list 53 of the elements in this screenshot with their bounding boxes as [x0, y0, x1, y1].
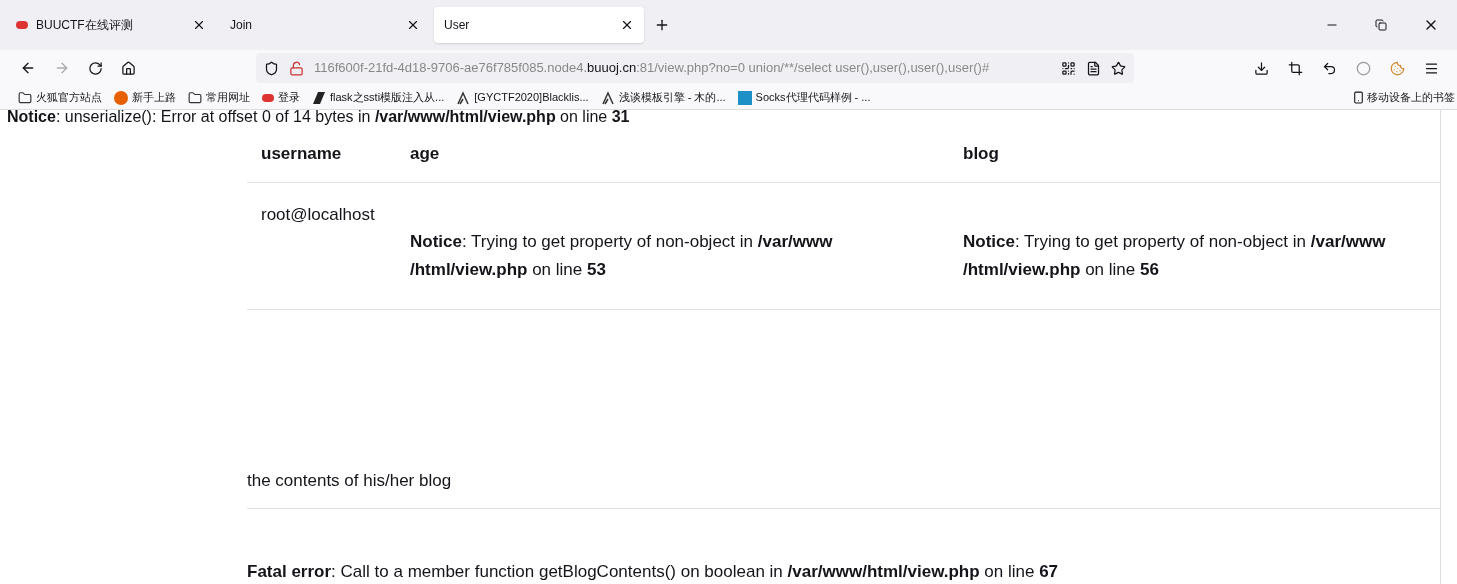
undo-icon[interactable] — [1322, 60, 1337, 76]
reader-view-icon[interactable] — [1086, 60, 1101, 76]
column-header: username — [260, 143, 343, 166]
bookmark-item[interactable]: 浅谈模板引擎 - 木的... — [600, 89, 726, 106]
tab-title: User — [444, 17, 471, 34]
site-logo-icon — [262, 93, 274, 102]
close-icon[interactable] — [620, 18, 634, 32]
lambda-logo-icon — [600, 90, 615, 105]
restore-icon[interactable] — [1375, 19, 1387, 31]
unlocked-icon[interactable] — [289, 60, 304, 76]
new-tab-icon[interactable] — [654, 17, 670, 33]
bookmark-item[interactable]: 新手上路 — [114, 89, 176, 106]
error-text: Fatal error: Call to a member function getBlogContents() on boolean in /var/www/html/view.php on line 67 — [247, 561, 1060, 583]
bookmark-item[interactable]: [GYCTF2020]Blacklis... — [456, 89, 589, 106]
column-header: age — [409, 143, 441, 166]
lambda-logo-icon — [456, 90, 471, 105]
reload-icon[interactable] — [88, 60, 103, 76]
bookmark-item[interactable]: 常用网址 — [188, 89, 250, 106]
cookie-icon[interactable] — [1390, 60, 1405, 76]
column-header: blog — [962, 143, 1000, 166]
bookmark-item[interactable]: 登录 — [262, 89, 300, 106]
circle-icon[interactable] — [1356, 60, 1371, 76]
url-text: 116f600f-21fd-4d18-9706-ae76f785f085.node4.buuoj.cn:81/view.php?no=0 union/**/select user(),user(),user(),user()# — [314, 59, 991, 78]
menu-icon[interactable] — [1424, 60, 1439, 76]
tab-title: BUUCTF在线评测 — [36, 17, 134, 34]
home-icon[interactable] — [121, 60, 136, 76]
close-icon[interactable] — [406, 18, 420, 32]
qr-code-icon[interactable] — [1061, 60, 1076, 76]
blog-heading: the contents of his/her blog — [247, 470, 453, 492]
table-cell-text: Notice: Trying to get property of non-object in /var/www /html/view.php on line 56 — [962, 231, 1387, 281]
shield-icon[interactable] — [264, 60, 279, 76]
browser-logo-icon — [114, 90, 128, 105]
notice-text: Notice: unserialize(): Error at offset 0 of 14 bytes in /var/www/html/view.php on line 31 — [6, 110, 631, 126]
folder-icon — [188, 90, 202, 105]
folder-icon — [18, 90, 32, 105]
download-icon[interactable] — [1254, 60, 1269, 76]
bookmark-item[interactable]: Socks代理代码样例 - ... — [737, 89, 871, 106]
table-cell-text: root@localhost — [260, 204, 376, 226]
table-cell-text: Notice: Trying to get property of non-object in /var/www /html/view.php on line 53 — [409, 231, 834, 281]
bookmark-item[interactable]: 火狐官方站点 — [18, 89, 102, 106]
crop-icon[interactable] — [1288, 60, 1303, 76]
bookmark-star-icon[interactable] — [1111, 60, 1126, 76]
tab-title: Join — [230, 17, 253, 34]
browser-tab[interactable]: BUUCTF在线评测 — [6, 7, 216, 43]
bookmark-item[interactable]: 移动设备上的书签 — [1352, 89, 1455, 106]
browser-tab[interactable]: Join — [220, 7, 430, 43]
back-icon[interactable] — [20, 60, 36, 76]
bookmark-item[interactable]: flask之ssti模版注入从... — [312, 89, 445, 106]
address-bar[interactable]: 116f600f-21fd-4d18-9706-ae76f785f085.node4.buuoj.cn:81/view.php?no=0 union/**/select user(),user(),user(),user()# — [256, 53, 1134, 83]
phone-icon — [1352, 91, 1365, 104]
slash-logo-icon — [312, 90, 326, 105]
close-icon[interactable] — [192, 18, 206, 32]
browser-tab[interactable]: User — [434, 7, 644, 43]
